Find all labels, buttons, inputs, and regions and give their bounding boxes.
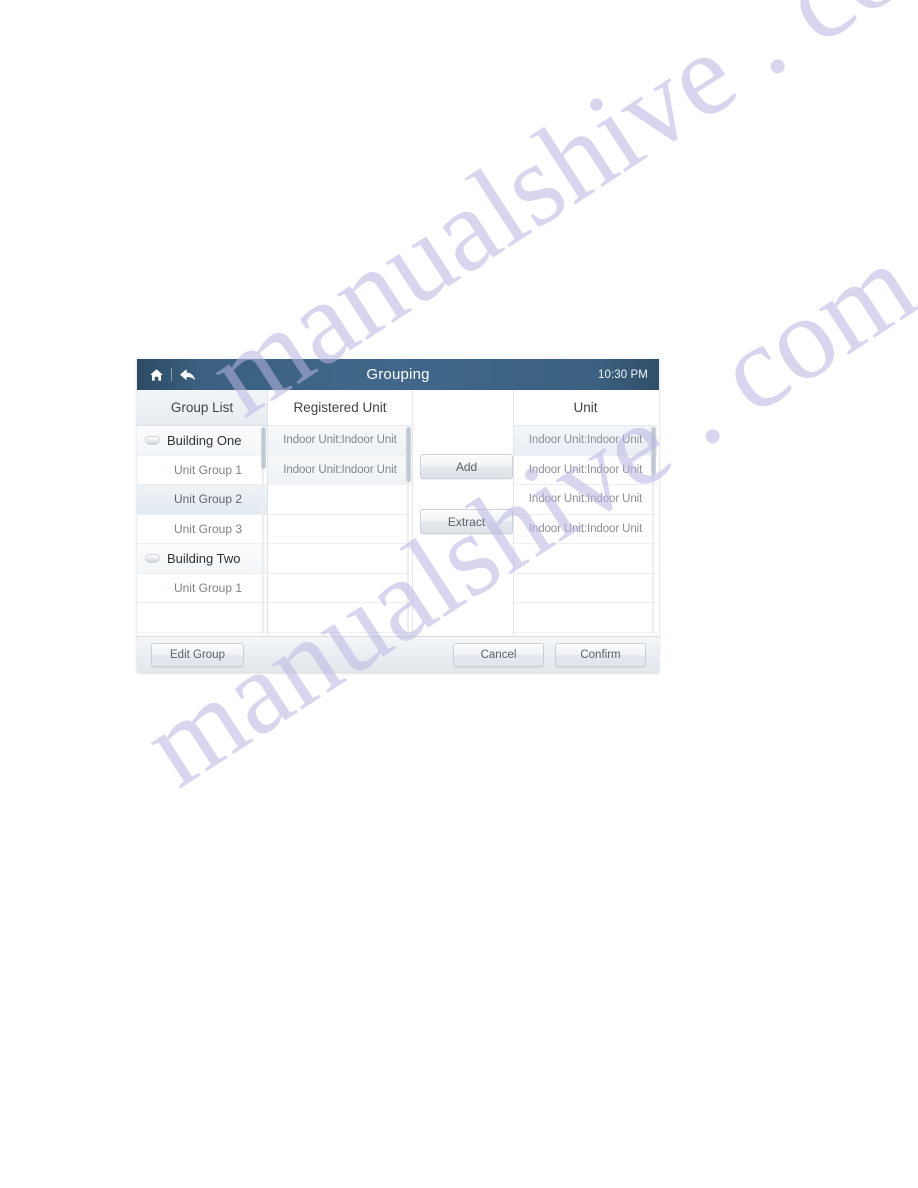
group-list-item[interactable]: Unit Group 1	[137, 455, 267, 485]
clock-time: 10:30 PM	[597, 368, 648, 381]
unit-item[interactable]: Indoor Unit:Indoor Unit	[514, 426, 657, 456]
registered-unit-panel: Registered Unit Indoor Unit:Indoor Unit I…	[268, 390, 413, 636]
edit-group-button[interactable]: Edit Group	[151, 643, 244, 667]
group-list-rows: Building One Unit Group 1 Unit Group 2 Unit…	[137, 426, 267, 636]
registered-unit-item[interactable]: Indoor Unit:Indoor Unit	[268, 455, 412, 485]
actions-panel: Add Extract	[413, 390, 514, 636]
group-list-item-label: Unit Group 3	[173, 521, 243, 536]
bottom-action-bar: Edit Group Cancel Confirm	[137, 636, 659, 672]
unit-empty-row	[514, 603, 657, 633]
registered-unit-rows: Indoor Unit:Indoor Unit Indoor Unit:Indoo…	[268, 426, 412, 636]
registered-unit-empty-row	[268, 544, 412, 574]
group-list-item[interactable]: Unit Group 1	[137, 573, 267, 603]
collapse-toggle-icon[interactable]	[145, 435, 160, 445]
unit-rows: Indoor Unit:Indoor Unit Indoor Unit:Indoo…	[514, 426, 657, 636]
unit-item[interactable]: Indoor Unit:Indoor Unit	[514, 455, 657, 485]
group-list-item-label: Unit Group 1	[173, 580, 243, 595]
registered-unit-empty-row	[268, 485, 412, 515]
group-list-item[interactable]: Unit Group 2	[137, 485, 267, 515]
extract-button[interactable]: Extract	[420, 509, 513, 534]
controller-screen: Grouping 10:30 PM Group List Building On…	[137, 359, 659, 672]
cancel-button[interactable]: Cancel	[453, 643, 544, 667]
unit-item-label: Indoor Unit:Indoor Unit	[528, 463, 643, 476]
confirm-button[interactable]: Confirm	[555, 643, 646, 667]
unit-empty-row	[514, 573, 657, 603]
unit-panel: Unit Indoor Unit:Indoor Unit Indoor Unit:…	[514, 390, 657, 636]
group-list-header: Group List	[137, 390, 267, 426]
group-list-item-label: Unit Group 2	[173, 492, 243, 507]
title-bar: Grouping 10:30 PM	[137, 359, 659, 390]
registered-unit-item[interactable]: Indoor Unit:Indoor Unit	[268, 426, 412, 456]
screen-body: Group List Building One Unit Group 1 Unit …	[137, 390, 659, 636]
unit-item-label: Indoor Unit:Indoor Unit	[528, 522, 643, 535]
group-list-item[interactable]: Unit Group 3	[137, 514, 267, 544]
group-list-panel: Group List Building One Unit Group 1 Unit …	[137, 390, 268, 636]
collapse-toggle-icon[interactable]	[145, 553, 160, 563]
registered-unit-header: Registered Unit	[268, 390, 412, 426]
group-list-item-label: Building Two	[167, 550, 241, 566]
registered-unit-empty-row	[268, 603, 412, 633]
scrollbar-thumb[interactable]	[406, 427, 411, 482]
scrollbar-thumb[interactable]	[261, 427, 266, 469]
actions-header	[413, 390, 513, 426]
group-list-item[interactable]: Building Two	[137, 544, 267, 574]
page-title: Grouping	[366, 366, 430, 383]
registered-unit-item-label: Indoor Unit:Indoor Unit	[283, 434, 397, 447]
registered-unit-item-label: Indoor Unit:Indoor Unit	[283, 463, 397, 476]
group-list-item-label: Building One	[167, 432, 242, 448]
unit-item[interactable]: Indoor Unit:Indoor Unit	[514, 485, 657, 515]
unit-item-label: Indoor Unit:Indoor Unit	[528, 493, 643, 506]
add-button[interactable]: Add	[420, 454, 513, 479]
group-list-item[interactable]: Building One	[137, 426, 267, 456]
group-list-empty-row	[137, 603, 267, 633]
unit-empty-row	[514, 544, 657, 574]
group-list-item-label: Unit Group 1	[173, 462, 243, 477]
scrollbar-thumb[interactable]	[651, 427, 656, 475]
actions-wrap: Add Extract	[413, 426, 513, 636]
registered-unit-scrollbar[interactable]	[406, 426, 411, 636]
unit-item-label: Indoor Unit:Indoor Unit	[528, 434, 643, 447]
unit-header: Unit	[514, 390, 657, 426]
registered-unit-empty-row	[268, 573, 412, 603]
registered-unit-empty-row	[268, 514, 412, 544]
unit-item[interactable]: Indoor Unit:Indoor Unit	[514, 514, 657, 544]
unit-scrollbar[interactable]	[651, 426, 656, 636]
group-list-scrollbar[interactable]	[261, 426, 266, 636]
